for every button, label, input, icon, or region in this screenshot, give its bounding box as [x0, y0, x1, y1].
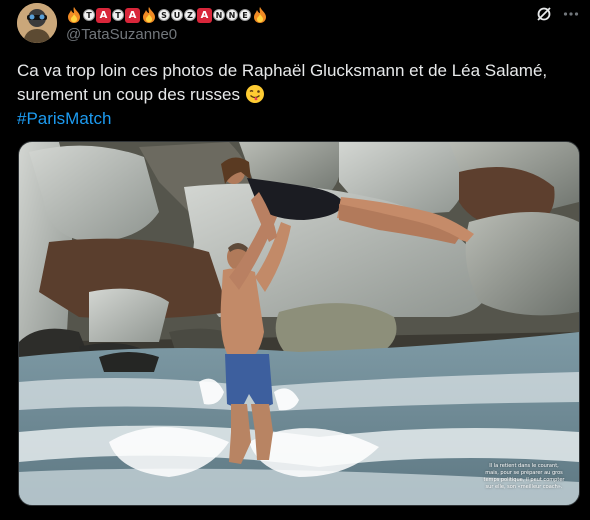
name-tile: U: [171, 9, 183, 21]
tweet-photo[interactable]: Il la retient dans le courant, mais, pou…: [18, 141, 580, 506]
author-handle[interactable]: @TataSuzanne0: [66, 26, 177, 43]
name-tile: N: [226, 9, 238, 21]
more-icon[interactable]: [562, 5, 580, 23]
fire-icon: [68, 7, 80, 23]
hashtag-link[interactable]: #ParisMatch: [17, 107, 577, 131]
name-tile: E: [239, 9, 251, 21]
display-name[interactable]: T A T A S U Z A N N E: [66, 5, 268, 25]
name-tile: A: [96, 7, 111, 23]
tweet-text-line: Ca va trop loin ces photos de Raphaël Gl…: [17, 61, 548, 80]
name-tile: A: [125, 7, 140, 23]
tweet: T A T A S U Z A N N E @TataSuzanne0 Ca v…: [0, 0, 590, 520]
fire-icon: [254, 7, 266, 23]
name-tile: Z: [184, 9, 196, 21]
name-tile: T: [83, 9, 95, 21]
photo-caption: Il la retient dans le courant, mais, pou…: [483, 463, 565, 490]
tweet-text-line: surement un coup des russes: [17, 85, 241, 104]
grok-icon[interactable]: [536, 6, 552, 22]
name-tile: S: [158, 9, 170, 21]
tweet-text-line-2: surement un coup des russes: [17, 83, 577, 107]
winking-face-with-tongue-icon: [245, 85, 264, 103]
tweet-text: Ca va trop loin ces photos de Raphaël Gl…: [17, 59, 577, 131]
avatar-icon: [17, 3, 57, 43]
name-tile: T: [112, 9, 124, 21]
photo-image: [19, 142, 579, 505]
fire-icon: [143, 7, 155, 23]
name-tile: N: [213, 9, 225, 21]
name-tile: A: [197, 7, 212, 23]
avatar[interactable]: [17, 3, 57, 43]
